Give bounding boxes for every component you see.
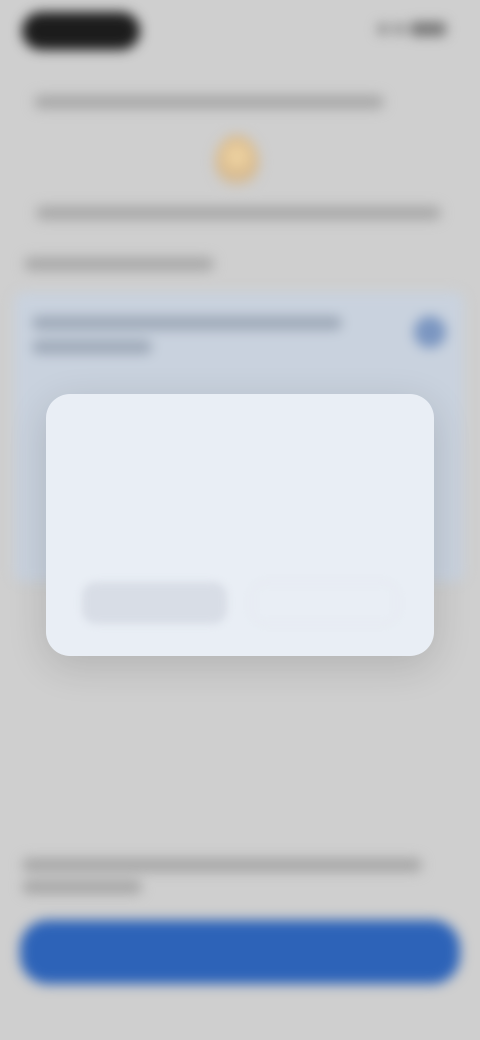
- dialog-secondary-button[interactable]: [82, 582, 227, 624]
- dialog-primary-button[interactable]: [251, 582, 398, 624]
- screen: [0, 0, 480, 1040]
- dialog-content: [46, 394, 434, 656]
- modal-dialog: [46, 394, 434, 656]
- card-toggle-icon[interactable]: [414, 316, 446, 348]
- dialog-actions: [82, 582, 398, 624]
- status-icons: [378, 22, 446, 36]
- footer-note-placeholder: [22, 858, 422, 872]
- card-text-placeholder: [32, 316, 342, 330]
- headline-placeholder: [34, 95, 384, 109]
- battery-icon: [410, 22, 446, 36]
- footer-note-placeholder-2: [22, 880, 142, 894]
- coin-icon: [215, 135, 259, 189]
- continue-button[interactable]: [20, 920, 460, 984]
- time-pill: [22, 12, 140, 50]
- section-label-placeholder: [24, 257, 214, 271]
- card-subtext-placeholder: [32, 340, 152, 354]
- wifi-icon: [394, 24, 404, 34]
- subheadline-placeholder: [36, 206, 441, 220]
- signal-icon: [378, 24, 388, 34]
